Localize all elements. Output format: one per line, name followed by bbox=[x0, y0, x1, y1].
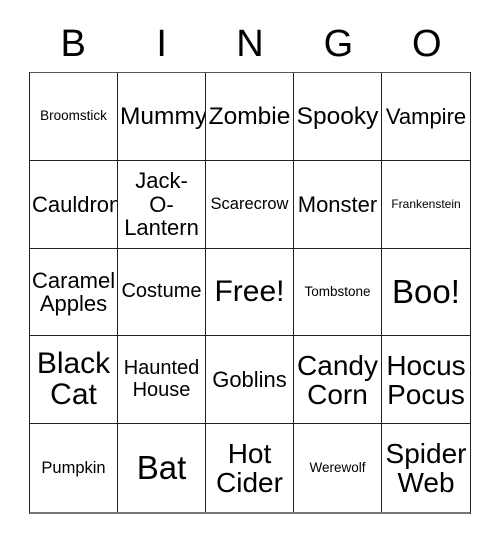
bingo-cell-label: Monster bbox=[297, 191, 378, 217]
bingo-cell-r2c2[interactable]: Jack- O- Lantern bbox=[118, 160, 206, 249]
bingo-cell-r2c5[interactable]: Frankenstein bbox=[382, 160, 470, 249]
bingo-cell-r5c2[interactable]: Bat bbox=[118, 424, 206, 512]
bingo-letter-i: I bbox=[156, 23, 167, 65]
bingo-cell-r1c2[interactable]: Mummy bbox=[118, 73, 206, 161]
bingo-cell-label: Boo! bbox=[392, 273, 460, 311]
bingo-cell-r5c3[interactable]: Hot Cider bbox=[206, 424, 294, 512]
bingo-letter-g: G bbox=[323, 23, 354, 65]
bingo-cell-label: Hocus Pocus bbox=[386, 349, 466, 410]
bingo-cell-label: Mummy bbox=[120, 102, 206, 130]
bingo-cell-r2c1[interactable]: Cauldron bbox=[30, 160, 118, 249]
bingo-cell-r5c5[interactable]: Spider Web bbox=[382, 424, 470, 512]
bingo-cell-label: Bat bbox=[136, 449, 187, 487]
bingo-cell-label: Candy Corn bbox=[297, 349, 378, 410]
bingo-cell-r2c4[interactable]: Monster bbox=[294, 160, 382, 249]
bingo-letter-n: N bbox=[236, 23, 264, 65]
bingo-cell-r4c3[interactable]: Goblins bbox=[206, 336, 294, 425]
bingo-cell-label: Frankenstein bbox=[391, 196, 461, 211]
bingo-cell-label: Goblins bbox=[212, 367, 287, 393]
bingo-cell-r1c5[interactable]: Vampire bbox=[382, 73, 470, 161]
bingo-cell-label: Zombie bbox=[208, 102, 291, 130]
bingo-cell-label: Scarecrow bbox=[210, 195, 289, 214]
bingo-cell-r1c1[interactable]: Broomstick bbox=[30, 73, 118, 161]
bingo-cell-r4c4[interactable]: Candy Corn bbox=[294, 336, 382, 425]
bingo-cell-r2c3[interactable]: Scarecrow bbox=[206, 160, 294, 249]
bingo-cell-r3c4[interactable]: Tombstone bbox=[294, 248, 382, 337]
bingo-cell-label: Broomstick bbox=[40, 107, 107, 123]
bingo-cell-label: Spider Web bbox=[385, 437, 467, 499]
bingo-cell-r1c3[interactable]: Zombie bbox=[206, 73, 294, 161]
bingo-cell-label: Hot Cider bbox=[216, 437, 283, 499]
bingo-grid: Broomstick Mummy Zombie Spooky Vampire Cauldr… bbox=[29, 72, 471, 514]
bingo-cell-label: Caramel Apples bbox=[32, 267, 116, 316]
bingo-cell-r3c1[interactable]: Caramel Apples bbox=[30, 248, 118, 337]
bingo-cell-r5c4[interactable]: Werewolf bbox=[294, 424, 382, 512]
bingo-letter-o: O bbox=[412, 23, 442, 65]
bingo-cell-label: Black Cat bbox=[36, 346, 111, 411]
bingo-cell-label: Pumpkin bbox=[41, 459, 106, 478]
bingo-cell-r4c5[interactable]: Hocus Pocus bbox=[382, 336, 470, 425]
bingo-cell-r4c2[interactable]: Haunted House bbox=[118, 336, 206, 425]
bingo-cell-label: Jack- O- Lantern bbox=[124, 168, 199, 240]
bingo-letter-b: B bbox=[60, 23, 86, 65]
bingo-cell-label: Werewolf bbox=[309, 459, 366, 475]
bingo-cell-r1c4[interactable]: Spooky bbox=[294, 73, 382, 161]
bingo-cell-label: Spooky bbox=[296, 102, 379, 130]
bingo-cell-r5c1[interactable]: Pumpkin bbox=[30, 424, 118, 512]
bingo-cell-r3c2[interactable]: Costume bbox=[118, 248, 206, 337]
bingo-cell-r3c5[interactable]: Boo! bbox=[382, 248, 470, 337]
bingo-cell-label: Costume bbox=[121, 280, 202, 303]
bingo-card: B I N G O Broomstick Mummy Zombie Spooky Vam… bbox=[0, 0, 500, 544]
bingo-cell-label: Cauldron bbox=[32, 191, 118, 217]
bingo-cell-label: Tombstone bbox=[304, 283, 371, 299]
bingo-cell-r3c3[interactable]: Free! bbox=[206, 248, 294, 337]
bingo-cell-label: Free! bbox=[214, 274, 285, 308]
bingo-cell-label: Haunted House bbox=[123, 357, 200, 401]
bingo-cell-r4c1[interactable]: Black Cat bbox=[30, 336, 118, 425]
bingo-header-letters: B I N G O bbox=[29, 18, 471, 70]
bingo-cell-label: Vampire bbox=[385, 103, 467, 129]
